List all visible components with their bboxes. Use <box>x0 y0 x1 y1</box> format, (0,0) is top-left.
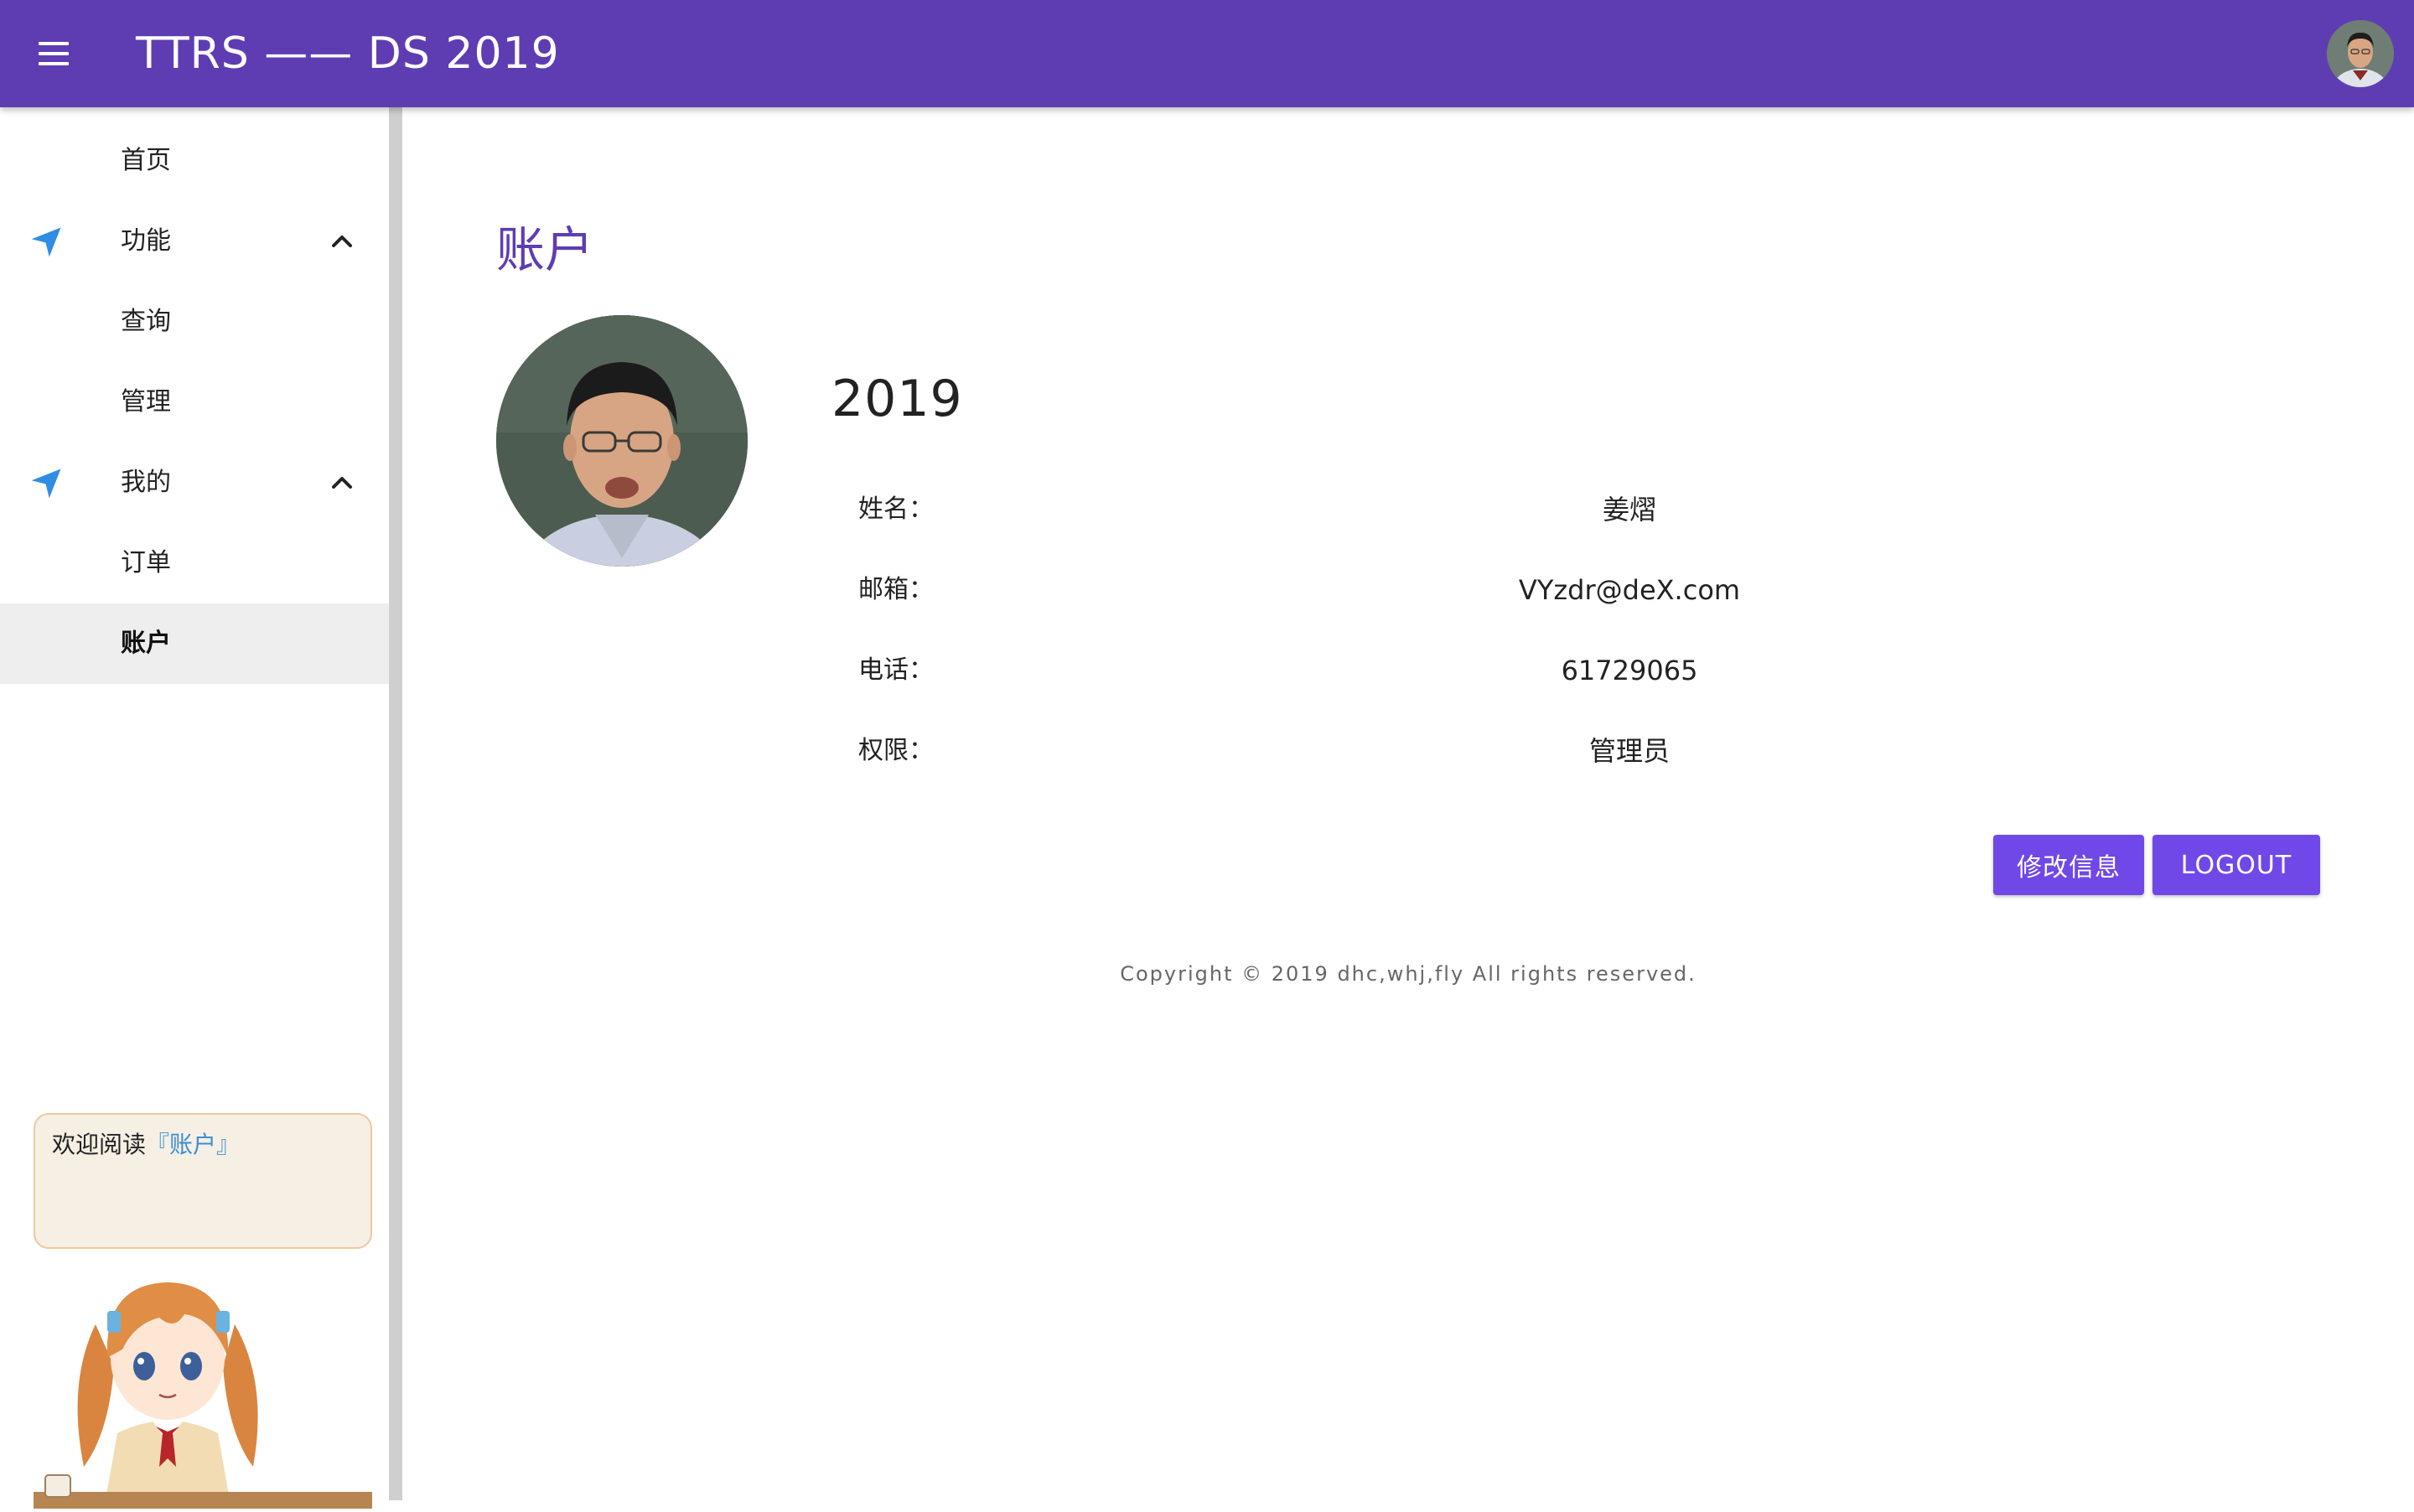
field-value: 管理员 <box>1588 735 1670 767</box>
greeting-text: 欢迎阅读 <box>52 1131 147 1158</box>
chevron-up-icon[interactable] <box>325 225 359 258</box>
field-value: 姜熠 <box>1602 494 1656 526</box>
info-row-name: 姓名： 姜熠 <box>858 484 2367 535</box>
sidebar-item-label: 订单 <box>121 548 171 577</box>
sidebar-item-label: 管理 <box>121 387 171 417</box>
app-bar: TTRS —— DS 2019 <box>0 0 2414 107</box>
chevron-up-icon[interactable] <box>325 466 359 500</box>
sidebar-item-home[interactable]: 首页 <box>0 121 389 201</box>
field-label: 权限： <box>858 736 934 765</box>
sidebar-item-label: 首页 <box>121 146 171 175</box>
sidebar-item-label: 账户 <box>121 629 171 658</box>
hamburger-menu-icon[interactable] <box>28 34 77 74</box>
info-row-permission: 权限： 管理员 <box>858 726 2367 776</box>
sidebar-group-mine[interactable]: 我的 <box>0 443 389 523</box>
field-label: 电话： <box>858 655 934 685</box>
copyright-footer: Copyright © 2019 dhc,whj,fly All rights … <box>1120 962 1697 986</box>
page-title: 账户 <box>496 221 594 278</box>
info-row-phone: 电话： 61729065 <box>858 645 2367 696</box>
field-label: 姓名： <box>858 495 934 524</box>
sidebar-item-manage[interactable]: 管理 <box>0 362 389 443</box>
navigation-arrow-icon <box>28 223 65 260</box>
logout-button[interactable]: LOGOUT <box>2152 835 2320 895</box>
field-value: 61729065 <box>1561 655 1698 686</box>
user-name-heading: 2019 <box>831 370 963 428</box>
mascot-character-image[interactable] <box>34 1224 372 1509</box>
info-row-email: 邮箱： VYzdr@deX.com <box>858 565 2367 615</box>
greeting-link[interactable]: 『账户』 <box>146 1131 240 1158</box>
sidebar-item-orders[interactable]: 订单 <box>0 523 389 603</box>
navigation-arrow-icon <box>28 464 65 501</box>
profile-photo <box>496 315 748 567</box>
edit-info-button[interactable]: 修改信息 <box>1993 835 2144 895</box>
sidebar-item-label: 功能 <box>121 226 171 256</box>
sidebar-scrollbar[interactable] <box>389 107 402 1500</box>
sidebar-item-account[interactable]: 账户 <box>0 603 389 684</box>
field-label: 邮箱： <box>858 575 934 604</box>
field-value: VYzdr@deX.com <box>1518 574 1741 606</box>
app-title: TTRS —— DS 2019 <box>136 28 560 79</box>
sidebar-item-query[interactable]: 查询 <box>0 282 389 362</box>
sidebar-group-functions[interactable]: 功能 <box>0 201 389 282</box>
sidebar-item-label: 我的 <box>121 468 171 497</box>
user-avatar[interactable] <box>2327 20 2394 87</box>
sidebar-item-label: 查询 <box>121 307 171 336</box>
